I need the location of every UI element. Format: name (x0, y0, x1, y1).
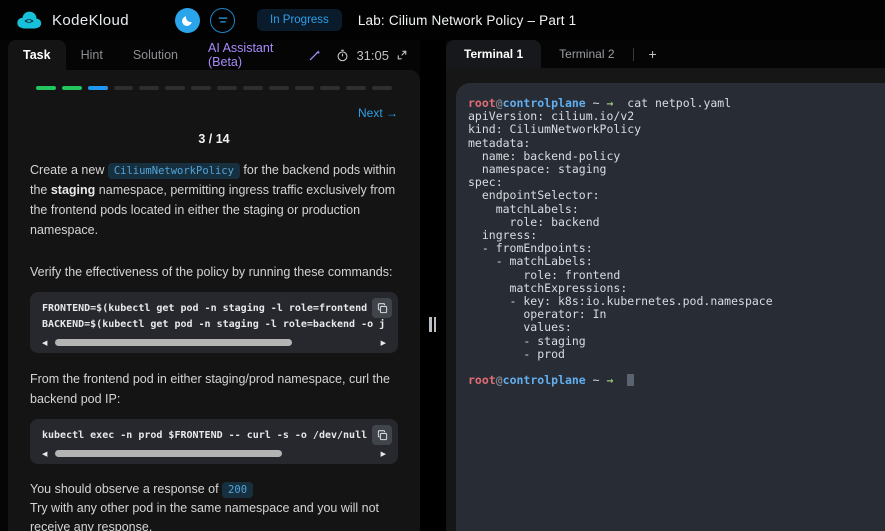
code-block-1-lines: FRONTEND=$(kubectl get pod -n staging -l… (42, 301, 386, 333)
response-text: You should observe a response of (30, 482, 222, 496)
sparkle-wand-icon (308, 49, 321, 62)
progress-segment-8[interactable] (217, 86, 237, 90)
stopwatch-icon (336, 49, 349, 62)
sliders-icon (217, 14, 229, 26)
scroll-left-arrow[interactable]: ◀ (42, 340, 52, 347)
scroll-right-arrow[interactable]: ▶ (376, 340, 386, 347)
terminal-output-line: values: (468, 321, 885, 334)
terminal-prompt-line: root@controlplane ~ → (468, 374, 885, 387)
terminal-wrapper: root@controlplane ~ → cat netpol.yamlapi… (446, 68, 885, 531)
settings-menu-button[interactable] (210, 8, 235, 33)
expand-icon[interactable] (396, 49, 408, 61)
progress-segment-4[interactable] (114, 86, 134, 90)
code-line: BACKEND=$(kubectl get pod -n staging -l … (42, 317, 386, 333)
tab-ai-assistant[interactable]: AI Assistant (Beta) (193, 40, 336, 70)
top-bar: <> KodeKloud In Progress Lab: Cilium Net… (0, 0, 885, 40)
tab-terminal-1[interactable]: Terminal 1 (446, 40, 541, 68)
progress-segment-5[interactable] (139, 86, 159, 90)
scroll-thumb[interactable] (55, 450, 282, 457)
terminal-output-line: kind: CiliumNetworkPolicy (468, 123, 885, 136)
progress-segment-11[interactable] (295, 86, 315, 90)
brand-name: KodeKloud (52, 12, 129, 29)
terminal-output[interactable]: root@controlplane ~ → cat netpol.yamlapi… (456, 83, 885, 531)
terminal-output-line: matchLabels: (468, 203, 885, 216)
status-badge: In Progress (257, 9, 342, 31)
response-note: Try with any other pod in the same names… (30, 501, 379, 531)
code-block-1: FRONTEND=$(kubectl get pod -n staging -l… (30, 292, 398, 353)
inline-code-chip: CiliumNetworkPolicy (108, 163, 240, 179)
code-line: FRONTEND=$(kubectl get pod -n staging -l… (42, 301, 386, 317)
tab-task[interactable]: Task (8, 40, 66, 70)
progress-segment-2[interactable] (62, 86, 82, 90)
ai-assistant-label: AI Assistant (Beta) (208, 41, 302, 69)
cloud-logo-icon: <> (14, 10, 44, 31)
terminal-output-line: namespace: staging (468, 163, 885, 176)
scroll-left-arrow[interactable]: ◀ (42, 451, 52, 458)
moon-icon (181, 14, 194, 27)
progress-segment-14[interactable] (372, 86, 392, 90)
add-terminal-button[interactable]: + (634, 40, 672, 68)
task-column: Task Hint Solution AI Assistant (Beta) (8, 40, 420, 531)
scroll-track[interactable] (52, 339, 376, 347)
progress-segment-9[interactable] (243, 86, 263, 90)
horizontal-scrollbar: ◀ ▶ (42, 446, 386, 462)
tab-hint[interactable]: Hint (66, 40, 118, 70)
progress-segment-7[interactable] (191, 86, 211, 90)
terminal-output-line: - prod (468, 348, 885, 361)
response-code-chip: 200 (222, 482, 253, 498)
terminal-output-line: endpointSelector: (468, 189, 885, 202)
verify-instructions: Verify the effectiveness of the policy b… (30, 262, 398, 282)
next-step-link[interactable]: Next → (30, 106, 398, 120)
terminal-output-line: metadata: (468, 137, 885, 150)
step-indicator: 3 / 14 (30, 132, 398, 146)
progress-segment-1[interactable] (36, 86, 56, 90)
tab-solution[interactable]: Solution (118, 40, 193, 70)
terminal-output-line: - matchLabels: (468, 255, 885, 268)
progress-bar (36, 86, 392, 90)
progress-segment-13[interactable] (346, 86, 366, 90)
panel-divider (420, 40, 446, 531)
curl-instructions: From the frontend pod in either staging/… (30, 369, 398, 409)
code-line: kubectl exec -n prod $FRONTEND -- curl -… (42, 428, 386, 444)
svg-text:<>: <> (24, 16, 34, 25)
task-panel: Next → 3 / 14 Create a new CiliumNetwork… (8, 70, 420, 531)
timer-value: 31:05 (356, 48, 389, 63)
resize-handle[interactable] (429, 317, 436, 332)
task-description: Create a new CiliumNetworkPolicy for the… (30, 160, 398, 240)
progress-segment-3[interactable] (88, 86, 108, 90)
kodekloud-logo[interactable]: <> KodeKloud (14, 10, 129, 31)
terminal-column: Terminal 1 Terminal 2 + root@controlplan… (446, 40, 885, 531)
page-title: Lab: Cilium Network Policy – Part 1 (358, 13, 577, 28)
progress-segment-12[interactable] (320, 86, 340, 90)
task-tab-bar: Task Hint Solution AI Assistant (Beta) (8, 40, 420, 70)
terminal-tab-bar: Terminal 1 Terminal 2 + (446, 40, 885, 68)
description-text: Create a new (30, 163, 108, 177)
main-area: Task Hint Solution AI Assistant (Beta) (0, 40, 885, 531)
terminal-cursor (627, 374, 634, 386)
scroll-thumb[interactable] (55, 339, 292, 346)
scroll-right-arrow[interactable]: ▶ (376, 451, 386, 458)
terminal-output-line: - staging (468, 335, 885, 348)
progress-segment-6[interactable] (165, 86, 185, 90)
description-text: staging (51, 183, 95, 197)
terminal-output-line: role: frontend (468, 269, 885, 282)
code-block-2-lines: kubectl exec -n prod $FRONTEND -- curl -… (42, 428, 386, 444)
copy-button[interactable] (372, 298, 392, 318)
scroll-track[interactable] (52, 450, 376, 458)
copy-button[interactable] (372, 425, 392, 445)
progress-segment-10[interactable] (269, 86, 289, 90)
task-toolbar: 31:05 (336, 40, 420, 70)
horizontal-scrollbar: ◀ ▶ (42, 335, 386, 351)
code-block-2: kubectl exec -n prod $FRONTEND -- curl -… (30, 419, 398, 464)
dark-mode-toggle[interactable] (175, 8, 200, 33)
tab-terminal-2[interactable]: Terminal 2 (541, 40, 632, 68)
response-expectation: You should observe a response of 200 Try… (30, 480, 398, 531)
